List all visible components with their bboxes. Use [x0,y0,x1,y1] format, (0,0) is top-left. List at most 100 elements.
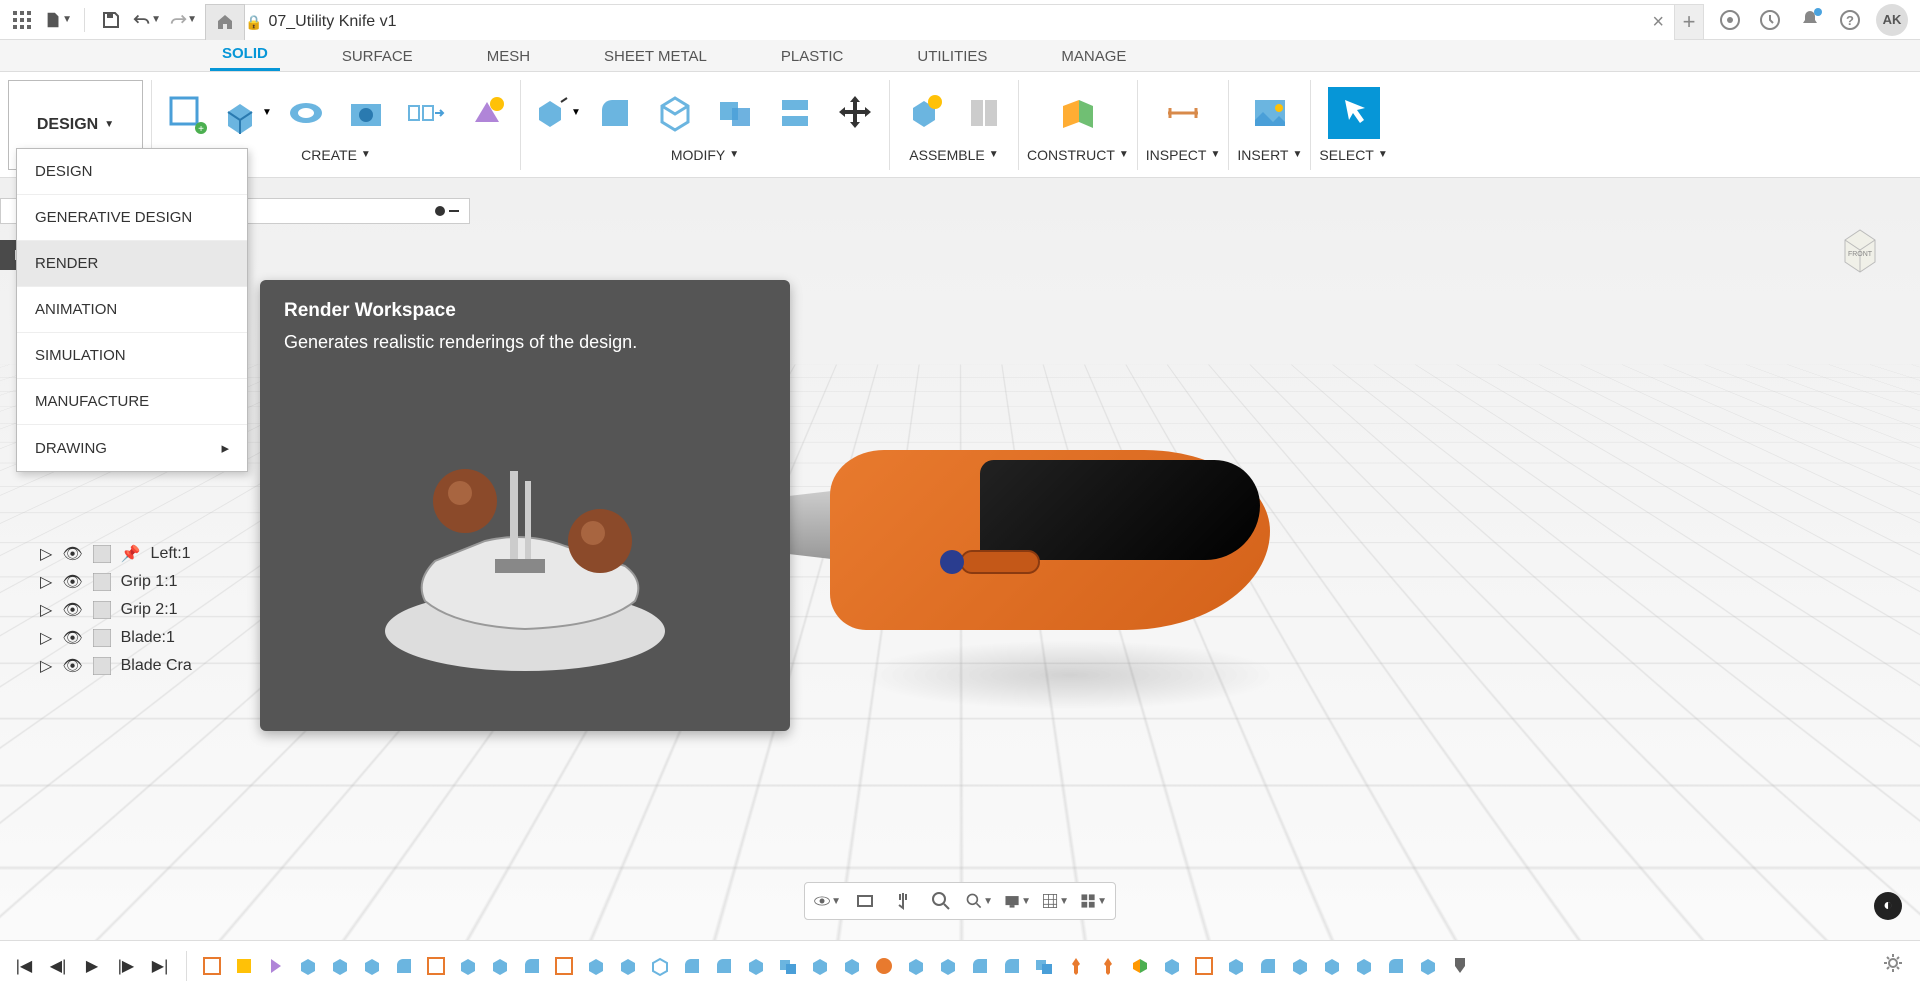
timeline-extrude-feature[interactable] [297,955,319,977]
timeline-sketch-feature[interactable] [553,955,575,977]
tree-item-blade-cra[interactable]: ▷ 👁 Blade Cra [40,652,192,680]
extrude-icon[interactable]: ▼ [220,87,272,139]
fillet-icon[interactable] [589,87,641,139]
timeline-extrude-feature[interactable] [937,955,959,977]
construct-label[interactable]: CONSTRUCT▼ [1027,147,1129,163]
collapse-line-icon[interactable] [449,210,459,212]
timeline-sketch-feature[interactable] [425,955,447,977]
timeline-combine-feature[interactable] [1033,955,1055,977]
zoom-icon[interactable] [927,887,955,915]
save-icon[interactable] [97,6,125,34]
timeline-extrude-feature[interactable] [585,955,607,977]
timeline-start-icon[interactable]: |◀ [10,952,38,980]
timeline-fillet-feature[interactable] [1001,955,1023,977]
timeline-sketch-feature[interactable] [201,955,223,977]
new-tab-button[interactable]: + [1674,4,1704,40]
timeline-fillet-feature[interactable] [681,955,703,977]
joint-icon[interactable] [958,87,1010,139]
plane-icon[interactable] [1052,87,1104,139]
revolve-icon[interactable] [280,87,332,139]
assemble-label[interactable]: ASSEMBLE▼ [909,147,998,163]
timeline-step-fwd-icon[interactable]: |▶ [112,952,140,980]
user-avatar[interactable]: AK [1876,4,1908,36]
timeline-plane-feature[interactable] [1129,955,1151,977]
expand-icon[interactable]: ▷ [40,572,52,592]
timeline-pin-feature[interactable] [1097,955,1119,977]
timeline-end-icon[interactable]: ▶| [146,952,174,980]
workspace-item-generative[interactable]: GENERATIVE DESIGN [17,195,247,241]
job-status-icon[interactable] [1756,6,1784,34]
model-utility-knife[interactable] [790,420,1320,680]
measure-icon[interactable] [1157,87,1209,139]
workspace-item-simulation[interactable]: SIMULATION [17,333,247,379]
viewport-icon[interactable]: ▼ [1079,887,1107,915]
timeline-play-icon[interactable]: ▶ [78,952,106,980]
visibility-icon[interactable]: 👁 [62,600,82,620]
timeline-step-back-icon[interactable]: ◀| [44,952,72,980]
combine-icon[interactable] [709,87,761,139]
press-pull-icon[interactable]: ▼ [529,87,581,139]
close-tab-icon[interactable]: × [1652,11,1664,34]
workspace-item-animation[interactable]: ANIMATION [17,287,247,333]
timeline-extrude-feature[interactable] [809,955,831,977]
timeline-combine-feature[interactable] [777,955,799,977]
shell-icon[interactable] [649,87,701,139]
notifications-icon[interactable] [1796,6,1824,34]
timeline-extrude-feature[interactable] [905,955,927,977]
tree-item-left[interactable]: ▷ 👁 📌 Left:1 [40,540,192,568]
undo-icon[interactable]: ▼ [133,6,161,34]
collapse-dot-icon[interactable] [435,206,445,216]
create-label[interactable]: CREATE▼ [301,147,371,163]
timeline-extrude-feature[interactable] [489,955,511,977]
pattern-icon[interactable] [400,87,452,139]
select-label[interactable]: SELECT▼ [1319,147,1387,163]
timeline-extrude-feature[interactable] [1161,955,1183,977]
tab-manage[interactable]: MANAGE [1049,42,1138,71]
timeline-pin-feature[interactable] [1065,955,1087,977]
timeline-extrude-feature[interactable] [745,955,767,977]
look-at-icon[interactable] [851,887,879,915]
timeline-extrude-feature[interactable] [1417,955,1439,977]
timeline-extrude-feature[interactable] [329,955,351,977]
tab-mesh[interactable]: MESH [475,42,542,71]
timeline-fillet-feature[interactable] [969,955,991,977]
workspace-item-design[interactable]: DESIGN [17,149,247,195]
timeline-fillet-feature[interactable] [1385,955,1407,977]
feedback-icon[interactable]: ◐ [1874,892,1902,920]
tab-sheet-metal[interactable]: SHEET METAL [592,42,719,71]
insert-label[interactable]: INSERT▼ [1237,147,1302,163]
timeline-form-feature[interactable] [265,955,287,977]
timeline-sketch-feature[interactable] [1193,955,1215,977]
move-icon[interactable] [829,87,881,139]
file-tab[interactable]: 🔒 07_Utility Knife v1 × [245,4,1674,40]
workspace-item-manufacture[interactable]: MANUFACTURE [17,379,247,425]
home-tab[interactable] [205,4,245,40]
apps-grid-icon[interactable] [8,6,36,34]
insert-image-icon[interactable] [1244,87,1296,139]
timeline-fillet-feature[interactable] [393,955,415,977]
inspect-label[interactable]: INSPECT▼ [1146,147,1221,163]
expand-icon[interactable]: ▷ [40,600,52,620]
timeline-extrude-feature[interactable] [1289,955,1311,977]
redo-icon[interactable]: ▼ [169,6,197,34]
extensions-icon[interactable] [1716,6,1744,34]
select-tool-icon[interactable] [1328,87,1380,139]
component-icon[interactable] [898,87,950,139]
pan-icon[interactable] [889,887,917,915]
timeline-fillet-feature[interactable] [713,955,735,977]
form-icon[interactable] [460,87,512,139]
tree-item-grip2[interactable]: ▷ 👁 Grip 2:1 [40,596,192,624]
orbit-icon[interactable]: ▼ [813,887,841,915]
modify-label[interactable]: MODIFY▼ [671,147,739,163]
view-cube[interactable]: FRONT [1830,220,1890,280]
display-icon[interactable]: ▼ [1003,887,1031,915]
hole-icon[interactable] [340,87,392,139]
expand-icon[interactable]: ▷ [40,656,52,676]
timeline-extrude-feature[interactable] [457,955,479,977]
align-icon[interactable] [769,87,821,139]
timeline-settings-icon[interactable] [1882,952,1910,980]
timeline-fillet-feature[interactable] [1257,955,1279,977]
timeline-extrude-feature[interactable] [1353,955,1375,977]
visibility-icon[interactable]: 👁 [62,572,82,592]
visibility-icon[interactable]: 👁 [62,656,82,676]
